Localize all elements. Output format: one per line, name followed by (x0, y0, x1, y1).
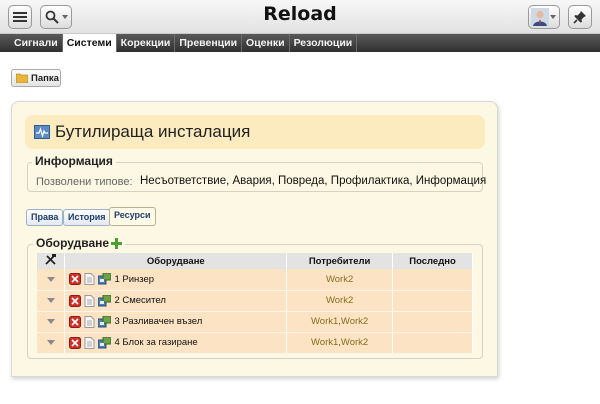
chevron-down-icon (550, 15, 556, 19)
tab-2[interactable]: Корекции (117, 34, 176, 52)
folder-button-label: Папка (31, 72, 59, 84)
app-title: Reload (263, 3, 337, 25)
users-cell: Work1,Work2 (286, 332, 394, 354)
last-column-header: Последно (392, 253, 473, 269)
tab-history[interactable]: История (63, 209, 111, 226)
users-column-header: Потребители (286, 253, 394, 269)
tab-resources[interactable]: Ресурси (109, 207, 156, 226)
page-title: Бутилираща инсталация (55, 122, 251, 141)
allowed-types-value: Несъответствие, Авария, Повреда, Профила… (140, 175, 487, 187)
document-icon[interactable] (84, 294, 95, 307)
tools-column-header (37, 253, 66, 269)
chevron-down-icon[interactable] (46, 298, 55, 303)
equipment-name[interactable]: 4 Блок за газиране (114, 337, 197, 348)
delete-icon[interactable] (69, 336, 82, 349)
tab-4[interactable]: Оценки (242, 34, 290, 52)
chevron-down-icon[interactable] (46, 276, 55, 282)
user-menu-button[interactable] (528, 5, 560, 29)
user-link[interactable]: Work1 (311, 337, 338, 348)
equipment-icon (98, 273, 112, 285)
delete-icon[interactable] (69, 315, 82, 328)
table-row[interactable]: 3 Разливачен възел Work1,Work2 (37, 311, 473, 333)
add-icon[interactable] (111, 237, 123, 249)
equipment-icon (98, 336, 112, 348)
folder-icon (16, 73, 28, 83)
equipment-name[interactable]: 1 Ринзер (114, 274, 154, 285)
tools-icon (45, 254, 57, 265)
user-link[interactable]: Work2 (326, 295, 353, 306)
equipment-cell: 1 Ринзер (64, 269, 288, 291)
row-actions-cell (37, 290, 66, 312)
equipment-legend-label: Оборудване (36, 236, 110, 250)
last-cell (392, 332, 473, 354)
equipment-name[interactable]: 2 Смесител (114, 295, 165, 306)
user-link[interactable]: Work2 (341, 337, 368, 348)
user-link[interactable]: Work2 (341, 316, 368, 327)
equipment-cell: 4 Блок за газиране (64, 332, 288, 354)
users-cell: Work1,Work2 (286, 311, 394, 333)
tab-3[interactable]: Превенции (175, 34, 243, 52)
main-tab-bar: Сигнали Системи Корекции Превенции Оценки Рез… (0, 34, 600, 52)
equipment-name[interactable]: 3 Разливачен възел (114, 316, 202, 327)
tab-5[interactable]: Резолюции (290, 34, 358, 52)
folder-button[interactable]: Папка (11, 69, 61, 87)
table-row[interactable]: 1 Ринзер Work2 (37, 269, 473, 291)
equipment-cell: 3 Разливачен възел (64, 311, 288, 333)
row-actions-cell (37, 332, 66, 354)
equipment-cell: 2 Смесител (64, 290, 288, 312)
equipment-legend: Оборудване (33, 236, 126, 250)
chevron-down-icon[interactable] (46, 340, 55, 345)
chevron-down-icon[interactable] (46, 319, 55, 324)
user-link[interactable]: Work1 (311, 316, 338, 327)
info-legend: Информация (32, 154, 116, 168)
equipment-column-header: Оборудване (64, 253, 288, 269)
row-actions-cell (37, 269, 66, 291)
document-icon[interactable] (84, 336, 95, 349)
delete-icon[interactable] (69, 273, 82, 286)
allowed-types-label: Позволени типове: (36, 176, 133, 188)
pin-button[interactable] (568, 5, 592, 29)
pin-icon (573, 11, 586, 24)
last-cell (392, 269, 473, 291)
document-icon[interactable] (84, 273, 95, 286)
user-link[interactable]: Work2 (326, 274, 353, 285)
row-actions-cell (37, 311, 66, 333)
system-icon (34, 125, 50, 139)
document-icon[interactable] (84, 315, 95, 328)
tab-0[interactable]: Сигнали (10, 34, 63, 52)
delete-icon[interactable] (69, 294, 82, 307)
tab-1[interactable]: Системи (62, 34, 117, 52)
equipment-icon (98, 315, 112, 327)
users-cell: Work2 (286, 269, 394, 291)
table-row[interactable]: 4 Блок за газиране Work1,Work2 (37, 332, 473, 354)
users-cell: Work2 (286, 290, 394, 312)
last-cell (392, 290, 473, 312)
table-header-row: Оборудване Потребители Последно (37, 253, 473, 269)
top-bar: Reload (0, 0, 600, 34)
tab-permissions[interactable]: Права (26, 209, 64, 226)
last-cell (392, 311, 473, 333)
title-box: Бутилираща инсталация (25, 115, 485, 149)
table-row[interactable]: 2 Смесител Work2 (37, 290, 473, 312)
avatar (531, 8, 549, 26)
equipment-table: Оборудване Потребители Последно 1 Ринзер… (37, 253, 473, 354)
equipment-icon (98, 294, 112, 306)
